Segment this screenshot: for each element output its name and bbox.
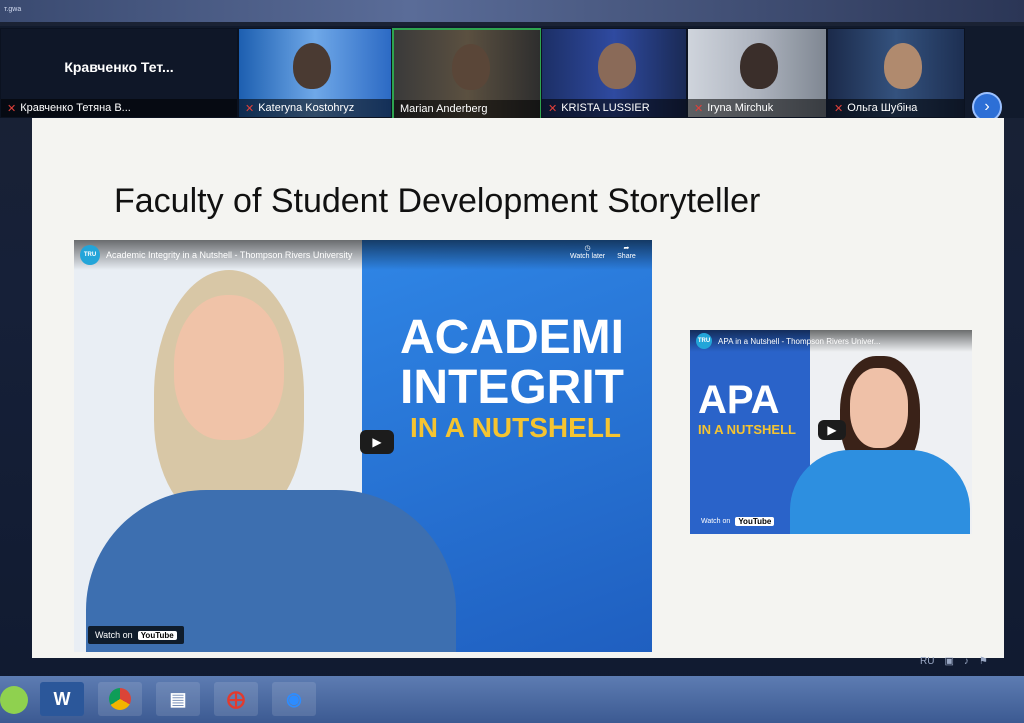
chrome-icon[interactable]	[98, 682, 142, 716]
acrobat-icon[interactable]: ⨁	[214, 682, 258, 716]
video-headline-1: ACADEMI	[400, 311, 624, 364]
title-strip-label: т.gwa	[4, 6, 22, 13]
video-headline-2: INTEGRIT	[400, 361, 624, 414]
video2-title-bar: TRU APA in a Nutshell - Thompson Rivers …	[690, 330, 972, 352]
title-strip: т.gwa	[0, 0, 1024, 22]
muted-mic-icon: ✕	[7, 102, 17, 115]
play-icon: ▶	[372, 435, 382, 449]
play-button[interactable]: ▶	[818, 420, 846, 440]
video-apa[interactable]: APA IN A NUTSHELL TRU APA in a Nutshell …	[690, 330, 972, 534]
video-title[interactable]: Academic Integrity in a Nutshell - Thomp…	[106, 250, 352, 260]
participant-name: Iryna Mirchuk	[707, 102, 774, 114]
watch-later-button[interactable]: ◷ Watch later	[570, 244, 605, 260]
play-icon: ▶	[827, 423, 837, 437]
video2-headline-1: APA	[698, 378, 780, 422]
video-academic-integrity[interactable]: ACADEMI INTEGRIT IN A NUTSHELL TRU Acade…	[74, 240, 652, 652]
participant-tile[interactable]: ✕ KRISTA LUSSIER	[541, 28, 687, 118]
participant-name: Kateryna Kostohryz	[258, 102, 355, 114]
muted-mic-icon: ✕	[245, 102, 255, 115]
zoom-icon[interactable]: ◉	[272, 682, 316, 716]
participant-tile[interactable]: Marian Anderberg	[392, 28, 542, 120]
volume-icon[interactable]: ♪	[964, 656, 969, 667]
save-icon[interactable]: ▤	[156, 682, 200, 716]
share-button[interactable]: ➦ Share	[617, 244, 636, 260]
start-orb-icon[interactable]	[0, 686, 28, 714]
taskbar: W ▤ ⨁ ◉	[0, 676, 1024, 723]
participant-display-name: Кравченко Тет...	[64, 59, 174, 75]
slide-title: Faculty of Student Development Storytell…	[114, 182, 761, 220]
participant-tile[interactable]: ✕ Iryna Mirchuk	[687, 28, 827, 118]
shared-slide: Faculty of Student Development Storytell…	[32, 118, 1004, 658]
participant-tile[interactable]: ✕ Ольга Шубіна	[827, 28, 965, 118]
play-button[interactable]: ▶	[360, 430, 394, 454]
youtube-logo: YouTube	[137, 630, 177, 640]
muted-mic-icon: ✕	[834, 102, 844, 115]
chevron-right-icon: ›	[984, 98, 990, 115]
youtube-logo: YouTube	[735, 517, 775, 526]
participant-name: Ольга Шубіна	[847, 102, 918, 114]
tru-logo: TRU	[80, 245, 100, 265]
watch-on-youtube-link[interactable]: Watch on YouTube	[694, 513, 781, 530]
word-icon[interactable]: W	[40, 682, 84, 716]
participant-tile[interactable]: ✕ Kateryna Kostohryz	[238, 28, 392, 118]
participant-name: Marian Anderberg	[400, 103, 488, 115]
participant-name: Кравченко Тетяна В...	[20, 102, 131, 114]
tru-logo: TRU	[696, 333, 712, 349]
system-tray: RU ▣ ♪ ⚑	[760, 650, 1024, 672]
clock-icon: ◷	[584, 245, 591, 252]
video-headline-3: IN A NUTSHELL	[410, 412, 622, 443]
share-icon: ➦	[623, 245, 630, 252]
participant-name: KRISTA LUSSIER	[561, 102, 650, 114]
muted-mic-icon: ✕	[694, 102, 704, 115]
watch-on-youtube-link[interactable]: Watch on YouTube	[88, 626, 184, 644]
video2-title[interactable]: APA in a Nutshell - Thompson Rivers Univ…	[718, 337, 880, 346]
screen: т.gwa Кравченко Тет... ✕ Кравченко Тетяна…	[0, 0, 1024, 723]
language-indicator[interactable]: RU	[920, 656, 934, 667]
video2-headline-3: IN A NUTSHELL	[698, 422, 796, 437]
video-title-bar: TRU Academic Integrity in a Nutshell - T…	[74, 240, 652, 270]
participant-tile[interactable]: Кравченко Тет... ✕ Кравченко Тетяна В...	[0, 28, 238, 118]
flag-icon[interactable]: ⚑	[979, 656, 988, 667]
muted-mic-icon: ✕	[548, 102, 558, 115]
participant-strip: Кравченко Тет... ✕ Кравченко Тетяна В... …	[0, 26, 1024, 122]
network-icon[interactable]: ▣	[944, 656, 953, 667]
